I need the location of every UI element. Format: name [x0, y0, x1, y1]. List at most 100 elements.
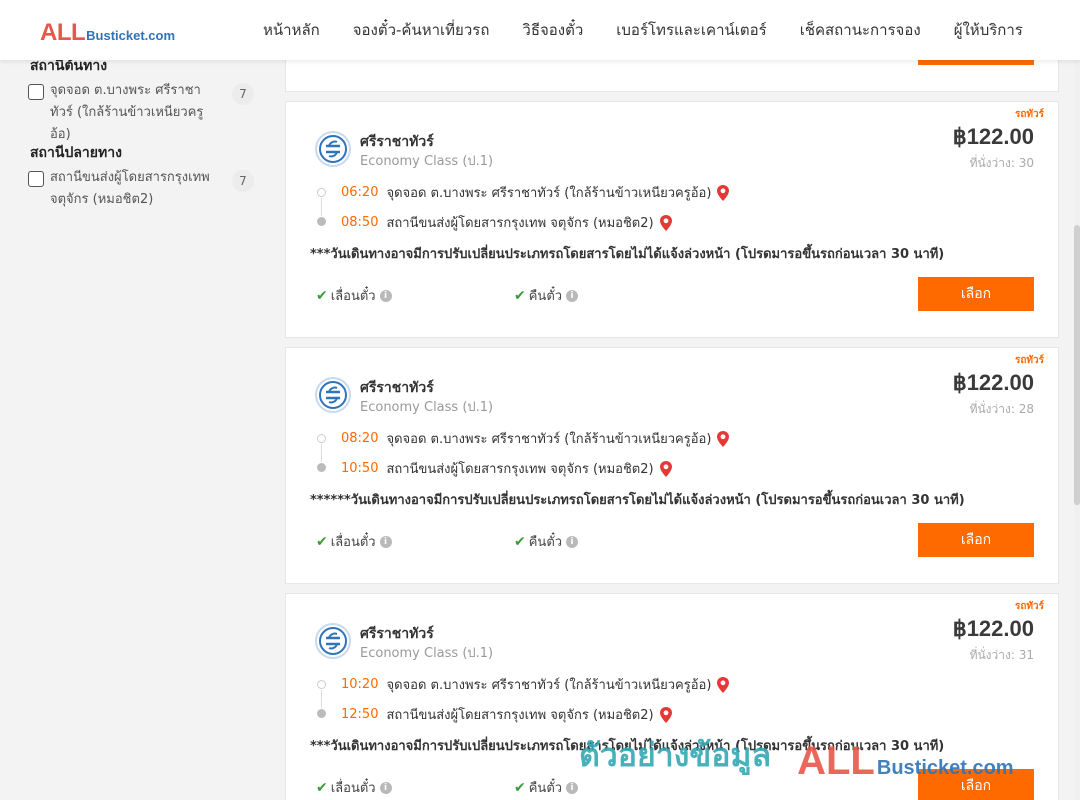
depart-time: 10:20 — [341, 677, 379, 692]
select-button[interactable]: เลือก — [918, 769, 1034, 800]
nav-home[interactable]: หน้าหลัก — [263, 18, 320, 42]
check-icon: ✔ — [316, 533, 328, 550]
map-pin-icon[interactable] — [659, 214, 673, 232]
reschedule-feature: ✔ เลื่อนตั๋ว i — [316, 531, 392, 552]
destination-checkbox[interactable] — [28, 171, 44, 187]
site-header: ALL Busticket.com หน้าหลัก จองตั๋ว-ค้นหา… — [0, 0, 1080, 60]
scrollbar-thumb[interactable] — [1074, 225, 1080, 505]
select-button[interactable]: เลือก — [918, 523, 1034, 557]
depart-place: จุดจอด ต.บางพระ ศรีราชาทัวร์ (ใกล้ร้านข้… — [386, 432, 712, 447]
select-button[interactable]: เลือก — [918, 277, 1034, 311]
check-icon: ✔ — [514, 779, 526, 796]
reschedule-label: เลื่อนตั๋ว — [330, 289, 376, 304]
arrive-dot-icon — [317, 709, 326, 718]
info-icon[interactable]: i — [566, 289, 579, 302]
refund-label: คืนตั๋ว — [528, 535, 563, 550]
filter-sidebar: สถานีต้นทาง จุดจอด ต.บางพระ ศรีราชาทัวร์… — [0, 58, 270, 800]
timeline-line — [321, 198, 322, 216]
bus-class: Economy Class (ป.1) — [360, 154, 494, 169]
nav-how-to-book[interactable]: วิธีจองตั๋ว — [522, 18, 583, 42]
refund-label: คืนตั๋ว — [528, 289, 563, 304]
origin-checkbox[interactable] — [28, 84, 44, 100]
arrive-place: สถานีขนส่งผู้โดยสารกรุงเทพ จตุจักร (หมอช… — [386, 216, 654, 231]
destination-filter-label: สถานีขนส่งผู้โดยสารกรุงเทพ จตุจักร (หมอช… — [50, 170, 210, 207]
map-pin-icon[interactable] — [716, 676, 730, 694]
logo-busticket-text: Busticket.com — [86, 28, 176, 43]
depart-stop: 08:20 จุดจอด ต.บางพระ ศรีราชาทัวร์ (ใกล้… — [341, 428, 730, 449]
trip-price: ฿122.00 — [952, 616, 1034, 641]
refund-feature: ✔ คืนตั๋ว i — [514, 531, 579, 552]
arrive-stop: 10:50 สถานีขนส่งผู้โดยสารกรุงเทพ จตุจักร… — [341, 458, 673, 479]
refund-label: คืนตั๋ว — [528, 781, 563, 796]
reschedule-label: เลื่อนตั๋ว — [330, 781, 376, 796]
site-logo[interactable]: ALL Busticket.com — [40, 19, 175, 47]
info-icon[interactable]: i — [566, 535, 579, 548]
trip-card-partial — [285, 60, 1059, 92]
operator-logo-icon — [315, 623, 351, 659]
depart-stop: 10:20 จุดจอด ต.บางพระ ศรีราชาทัวร์ (ใกล้… — [341, 674, 730, 695]
nav-phone-counter[interactable]: เบอร์โทรและเคาน์เตอร์ — [616, 18, 766, 42]
refund-feature: ✔ คืนตั๋ว i — [514, 285, 579, 306]
bus-class: Economy Class (ป.1) — [360, 400, 494, 415]
nav-book-search[interactable]: จองตั๋ว-ค้นหาเที่ยวรถ — [353, 18, 490, 42]
refund-feature: ✔ คืนตั๋ว i — [514, 777, 579, 798]
seats-available: ที่นั่งว่าง: 30 — [969, 156, 1034, 170]
info-icon[interactable]: i — [379, 289, 392, 302]
origin-filter-label: จุดจอด ต.บางพระ ศรีราชาทัวร์ (ใกล้ร้านข้… — [50, 83, 204, 142]
depart-time: 06:20 — [341, 185, 379, 200]
arrive-time: 08:50 — [341, 215, 379, 230]
bus-type-label: รถทัวร์ — [1014, 109, 1044, 120]
map-pin-icon[interactable] — [716, 184, 730, 202]
trip-note: ***วันเดินทางอาจมีการปรับเปลี่ยนประเภทรถ… — [310, 739, 945, 754]
map-pin-icon[interactable] — [716, 430, 730, 448]
destination-filter-count: 7 — [232, 170, 254, 192]
arrive-stop: 12:50 สถานีขนส่งผู้โดยสารกรุงเทพ จตุจักร… — [341, 704, 673, 725]
nav-check-status[interactable]: เช็คสถานะการจอง — [800, 18, 921, 42]
timeline-line — [321, 444, 322, 462]
arrive-time: 12:50 — [341, 707, 379, 722]
check-icon: ✔ — [514, 533, 526, 550]
arrive-dot-icon — [317, 463, 326, 472]
origin-filter-item[interactable]: จุดจอด ต.บางพระ ศรีราชาทัวร์ (ใกล้ร้านข้… — [28, 83, 254, 146]
trip-list: รถทัวร์ ศรีราชาทัวร์ Economy Class (ป.1)… — [285, 0, 1059, 800]
origin-filter-count: 7 — [232, 83, 254, 105]
arrive-place: สถานีขนส่งผู้โดยสารกรุงเทพ จตุจักร (หมอช… — [386, 708, 654, 723]
seats-available: ที่นั่งว่าง: 31 — [969, 648, 1034, 662]
operator-logo-icon — [315, 377, 351, 413]
depart-dot-icon — [317, 188, 326, 197]
trip-price: ฿122.00 — [952, 124, 1034, 149]
destination-heading: สถานีปลายทาง — [30, 145, 122, 161]
info-icon[interactable]: i — [379, 781, 392, 794]
reschedule-feature: ✔ เลื่อนตั๋ว i — [316, 777, 392, 798]
depart-dot-icon — [317, 434, 326, 443]
arrive-stop: 08:50 สถานีขนส่งผู้โดยสารกรุงเทพ จตุจักร… — [341, 212, 673, 233]
select-button-partial[interactable] — [918, 60, 1034, 65]
nav-operators[interactable]: ผู้ให้บริการ — [954, 18, 1023, 42]
depart-place: จุดจอด ต.บางพระ ศรีราชาทัวร์ (ใกล้ร้านข้… — [386, 186, 712, 201]
reschedule-label: เลื่อนตั๋ว — [330, 535, 376, 550]
map-pin-icon[interactable] — [659, 706, 673, 724]
depart-time: 08:20 — [341, 431, 379, 446]
bus-class: Economy Class (ป.1) — [360, 646, 494, 661]
seats-available: ที่นั่งว่าง: 28 — [969, 402, 1034, 416]
trip-price: ฿122.00 — [952, 370, 1034, 395]
bus-type-label: รถทัวร์ — [1014, 601, 1044, 612]
check-icon: ✔ — [316, 287, 328, 304]
logo-all-text: ALL — [40, 19, 86, 46]
operator-logo-icon — [315, 131, 351, 167]
info-icon[interactable]: i — [379, 535, 392, 548]
arrive-place: สถานีขนส่งผู้โดยสารกรุงเทพ จตุจักร (หมอช… — [386, 462, 654, 477]
map-pin-icon[interactable] — [659, 460, 673, 478]
arrive-dot-icon — [317, 217, 326, 226]
info-icon[interactable]: i — [566, 781, 579, 794]
destination-filter-item[interactable]: สถานีขนส่งผู้โดยสารกรุงเทพ จตุจักร (หมอช… — [28, 170, 254, 211]
trip-card: รถทัวร์ ศรีราชาทัวร์ Economy Class (ป.1)… — [285, 101, 1059, 338]
page-scrollbar[interactable] — [1074, 60, 1080, 800]
reschedule-feature: ✔ เลื่อนตั๋ว i — [316, 285, 392, 306]
check-icon: ✔ — [316, 779, 328, 796]
main-nav: หน้าหลัก จองตั๋ว-ค้นหาเที่ยวรถ วิธีจองตั… — [263, 0, 1056, 60]
timeline-line — [321, 690, 322, 708]
depart-stop: 06:20 จุดจอด ต.บางพระ ศรีราชาทัวร์ (ใกล้… — [341, 182, 730, 203]
trip-card: รถทัวร์ ศรีราชาทัวร์ Economy Class (ป.1)… — [285, 347, 1059, 584]
arrive-time: 10:50 — [341, 461, 379, 476]
